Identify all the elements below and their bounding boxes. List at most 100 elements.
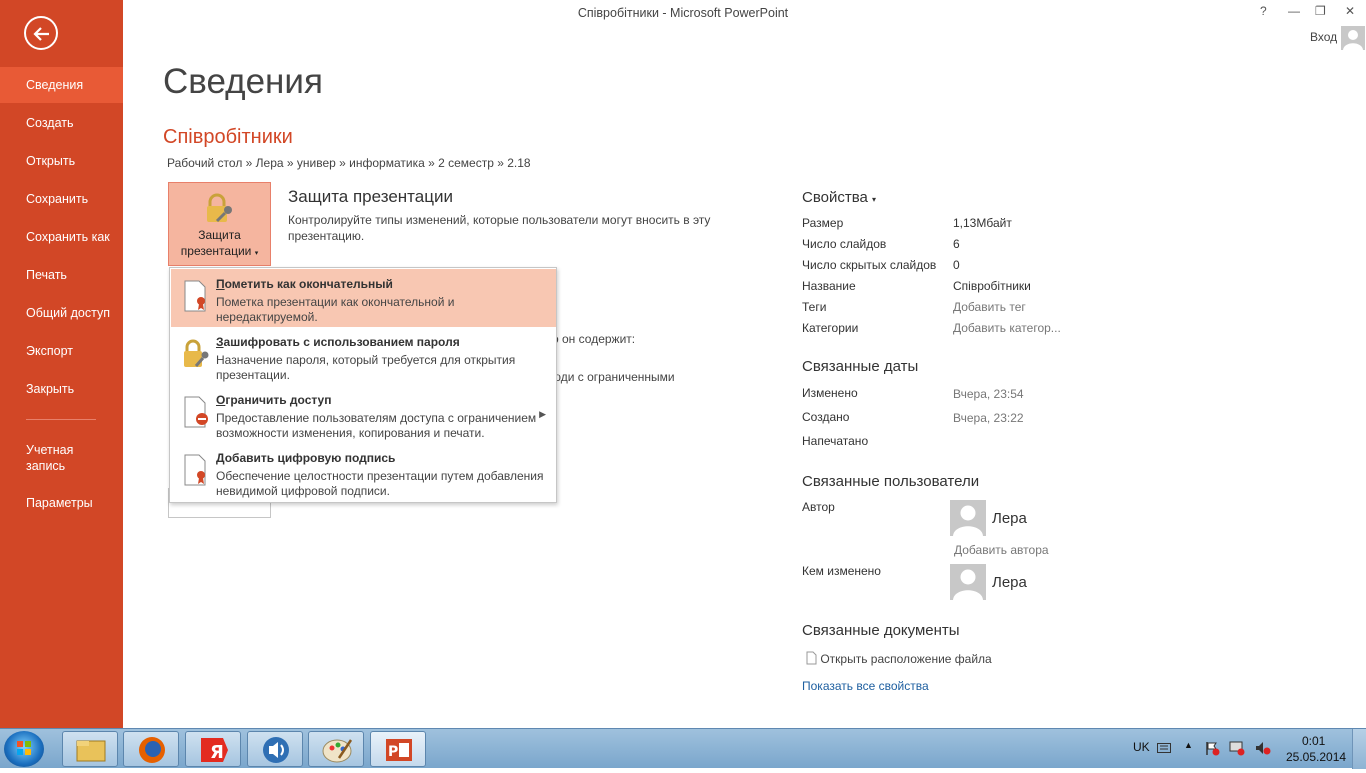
windows-taskbar: Я P UK ▲ 0:01 25.05.2014: [0, 728, 1366, 769]
inspect-desc-fragment: о он содержит:: [552, 332, 636, 346]
show-desktop-button[interactable]: [1352, 729, 1366, 769]
encrypt-title-rest: ашифровать с использованием пароля: [223, 335, 460, 349]
back-button[interactable]: [24, 16, 58, 50]
menu-item-signature-desc: Обеспечение целостности презентации путе…: [216, 469, 544, 498]
sidebar-item-new[interactable]: Создать: [0, 105, 123, 141]
sidebar-item-options[interactable]: Параметры: [0, 485, 123, 521]
protect-button-label: Защита презентации ▾: [169, 227, 270, 262]
author-label: Автор: [802, 500, 835, 514]
minimize-button[interactable]: —: [1288, 4, 1300, 18]
encrypt-accelerator: З: [216, 335, 224, 349]
menu-item-encrypt-desc: Назначение пароля, который требуется для…: [216, 353, 516, 382]
protect-section-desc: Контролируйте типы изменений, которые по…: [288, 213, 711, 243]
volume-muted-icon[interactable]: [1254, 740, 1272, 756]
menu-item-digital-signature[interactable]: Добавить цифровую подпись Обеспечение це…: [171, 443, 556, 501]
signin-link[interactable]: Вход: [1310, 30, 1337, 44]
prop-label-size: Размер: [802, 216, 844, 230]
network-icon[interactable]: [1228, 740, 1246, 756]
keyboard-icon[interactable]: [1157, 743, 1171, 753]
prop-value-tags[interactable]: Добавить тег: [953, 300, 1026, 314]
modified-by-avatar-icon[interactable]: [950, 564, 986, 600]
user-avatar-icon[interactable]: [1341, 26, 1365, 50]
signature-accelerator: Д: [216, 451, 225, 465]
taskbar-sound-icon[interactable]: [247, 731, 303, 767]
taskbar-yandex-icon[interactable]: Я: [185, 731, 241, 767]
sidebar-item-save[interactable]: Сохранить: [0, 181, 123, 217]
document-restrict-icon: [184, 396, 208, 428]
powerpoint-backstage: Сведения Создать Открыть Сохранить Сохра…: [0, 0, 1366, 728]
menu-item-restrict-access[interactable]: Ограничить доступ Предоставление пользов…: [171, 385, 556, 443]
sidebar-item-print[interactable]: Печать: [0, 257, 123, 293]
date-value-modified: Вчера, 23:54: [953, 387, 1024, 401]
sidebar-item-close[interactable]: Закрыть: [0, 371, 123, 407]
date-label-modified: Изменено: [802, 386, 858, 400]
prop-value-categories[interactable]: Добавить категор...: [953, 321, 1061, 335]
taskbar-explorer-icon[interactable]: [62, 731, 118, 767]
open-file-location-label: Открыть расположение файла: [820, 652, 992, 666]
sidebar-item-account[interactable]: Учетная запись: [0, 438, 123, 478]
taskbar-firefox-icon[interactable]: [123, 731, 179, 767]
action-center-flag-icon[interactable]: [1204, 740, 1220, 756]
protect-dropdown-menu: Пометить как окончательный Пометка презе…: [169, 267, 557, 503]
tray-expand-icon[interactable]: ▲: [1184, 740, 1193, 750]
sidebar-item-info[interactable]: Сведения: [0, 67, 123, 103]
prop-value-size: 1,13Мбайт: [953, 216, 1012, 230]
properties-header-label: Свойства: [802, 189, 868, 206]
restrict-accelerator: О: [216, 393, 226, 407]
submenu-arrow-icon: ▶: [539, 409, 546, 419]
sidebar-item-share[interactable]: Общий доступ: [0, 295, 123, 331]
author-avatar-icon[interactable]: [950, 500, 986, 536]
file-path-breadcrumb[interactable]: Рабочий стол » Лера » универ » информати…: [167, 156, 531, 170]
modified-by-label: Кем изменено: [802, 564, 881, 578]
account-label-line2: запись: [26, 459, 66, 473]
date-label-created: Создано: [802, 410, 850, 424]
close-button[interactable]: ✕: [1345, 4, 1355, 18]
input-language-indicator[interactable]: UK: [1133, 740, 1150, 754]
sidebar-item-export[interactable]: Экспорт: [0, 333, 123, 369]
start-button-icon[interactable]: [4, 731, 44, 767]
taskbar-powerpoint-icon[interactable]: P: [370, 731, 426, 767]
prop-value-hidden-slides: 0: [953, 258, 960, 272]
add-author-link[interactable]: Добавить автора: [954, 543, 1049, 557]
backstage-sidebar: Сведения Создать Открыть Сохранить Сохра…: [0, 0, 123, 728]
sidebar-item-save-as[interactable]: Сохранить как: [0, 219, 123, 255]
account-label-line1: Учетная: [26, 443, 74, 457]
author-name[interactable]: Лера: [992, 510, 1027, 527]
menu-item-mark-final[interactable]: Пометить как окончательный Пометка презе…: [171, 269, 556, 327]
prop-value-slides: 6: [953, 237, 960, 251]
taskbar-paint-icon[interactable]: [308, 731, 364, 767]
mark-final-accelerator: П: [216, 277, 225, 291]
restore-button[interactable]: ❐: [1315, 4, 1326, 18]
prop-label-slides: Число слайдов: [802, 237, 887, 251]
protect-button-label-line1: Защита: [198, 228, 241, 242]
dropdown-caret-icon: ▾: [254, 250, 259, 257]
window-title: Співробітники - Microsoft PowerPoint: [577, 6, 789, 20]
restrict-title-rest: граничить доступ: [225, 393, 332, 407]
clock-time[interactable]: 0:01: [1302, 734, 1325, 748]
properties-header[interactable]: Свойства ▾: [802, 189, 876, 206]
document-ribbon-icon: [184, 280, 206, 312]
document-signature-icon: [184, 454, 206, 486]
date-label-printed: Напечатано: [802, 434, 869, 448]
prop-label-tags: Теги: [802, 300, 827, 314]
prop-label-hidden-slides: Число скрытых слайдов: [802, 258, 937, 272]
sidebar-item-open[interactable]: Открыть: [0, 143, 123, 179]
related-dates-header: Связанные даты: [802, 358, 919, 375]
signature-title-rest: обавить цифровую подпись: [224, 451, 396, 465]
menu-item-encrypt-password[interactable]: Зашифровать с использованием пароля Назн…: [171, 327, 556, 385]
help-button[interactable]: ?: [1260, 4, 1267, 18]
open-file-location-link[interactable]: Открыть расположение файла: [806, 651, 992, 666]
prop-value-title[interactable]: Співробітники: [953, 279, 1031, 293]
show-all-properties-link[interactable]: Показать все свойства: [802, 679, 929, 693]
protect-button-label-line2-text: презентации: [180, 244, 252, 258]
lock-key-icon: [207, 193, 232, 223]
svg-text:P: P: [388, 744, 398, 760]
clock-date[interactable]: 25.05.2014: [1286, 750, 1346, 764]
protect-presentation-button[interactable]: Защита презентации ▾: [168, 182, 271, 266]
svg-text:Я: Я: [210, 742, 224, 763]
page-title: Сведения: [163, 62, 323, 101]
mark-final-title-rest: ометить как окончательный: [224, 277, 393, 291]
modified-by-name[interactable]: Лера: [992, 574, 1027, 591]
date-value-created: Вчера, 23:22: [953, 411, 1024, 425]
menu-item-signature-title: Добавить цифровую подпись: [216, 451, 395, 465]
